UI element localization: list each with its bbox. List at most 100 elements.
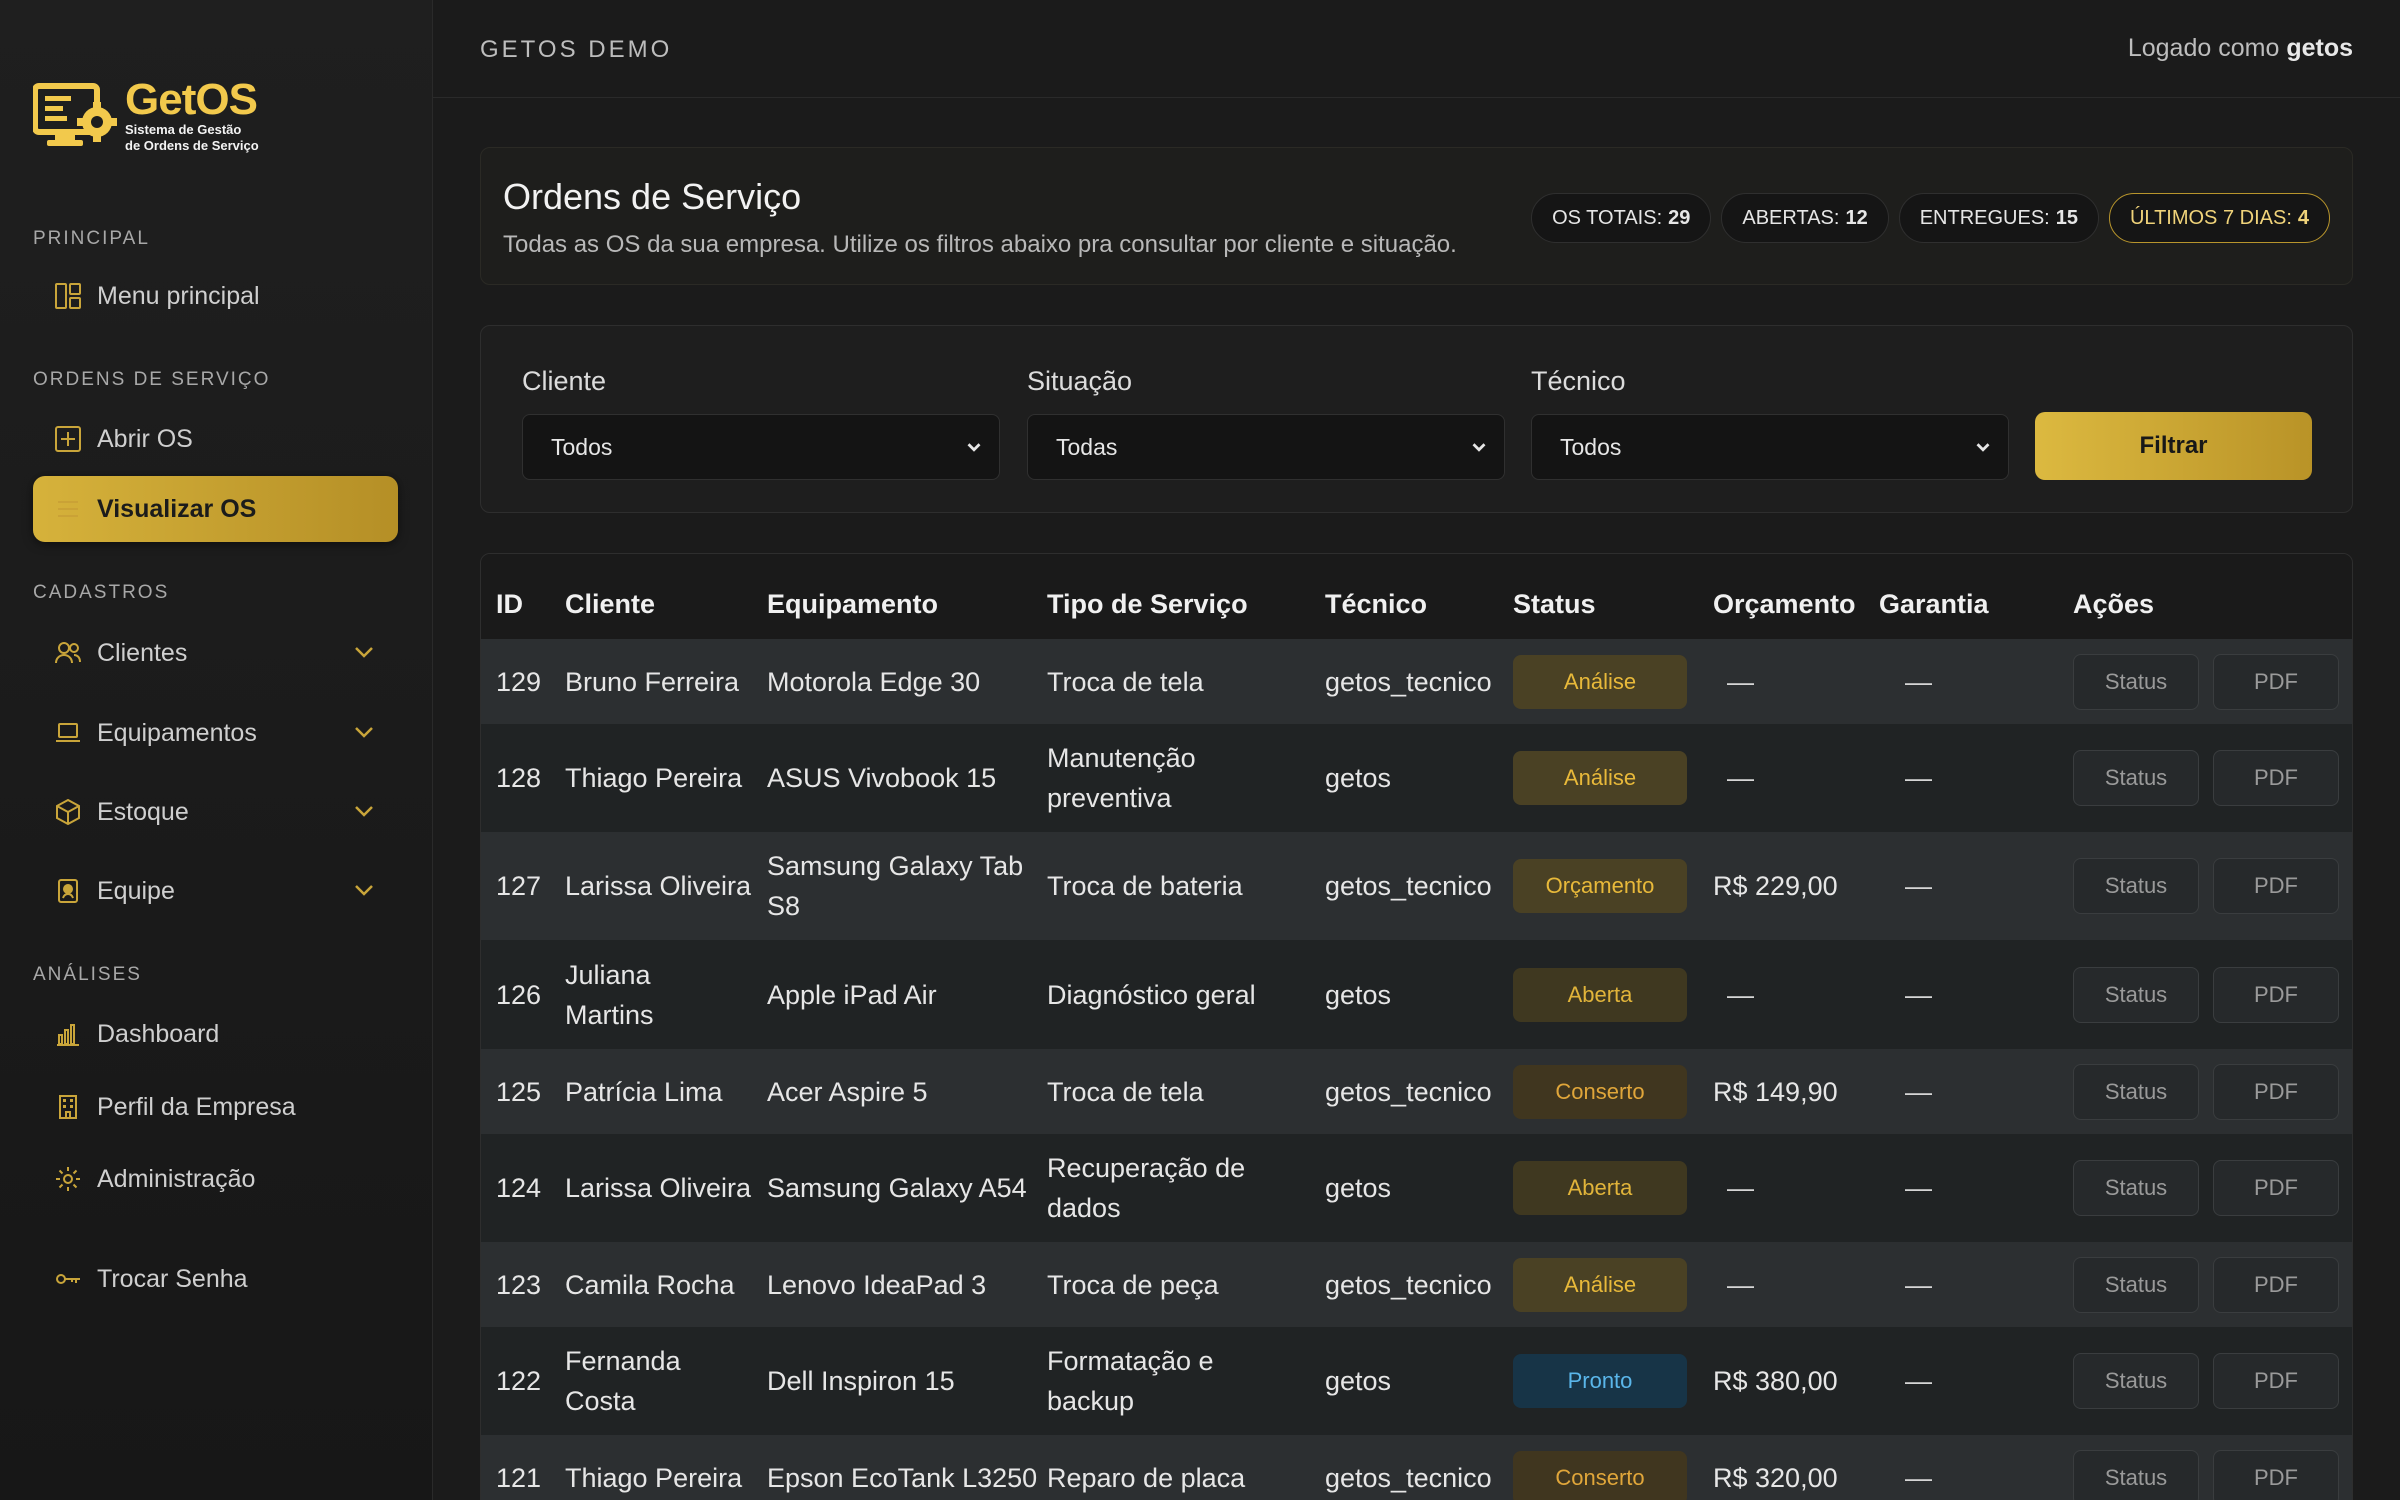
cell-orcamento: R$ 380,00 [1713, 1366, 1838, 1396]
pdf-button[interactable]: PDF [2213, 858, 2339, 914]
sidebar-item-visualizar-os[interactable]: Visualizar OS [33, 476, 398, 542]
sidebar-item-administracao[interactable]: Administração [33, 1146, 398, 1212]
pdf-button[interactable]: PDF [2213, 1063, 2339, 1120]
pdf-button[interactable]: PDF [2213, 966, 2339, 1023]
pdf-button[interactable]: PDF [2213, 653, 2339, 710]
table-row[interactable]: 129 Bruno Ferreira Motorola Edge 30 Troca d… [481, 639, 2352, 724]
stat-pill-abertas: ABERTAS: 12 [1721, 193, 1889, 243]
status-button[interactable]: Status [2073, 1353, 2199, 1409]
col-cliente[interactable]: Cliente [565, 589, 655, 620]
table-row[interactable]: 123 Camila Rocha Lenovo IdeaPad 3 Troca de … [481, 1242, 2352, 1327]
filter-panel: Cliente Todos Situação Todas Técnico Tod… [480, 325, 2353, 513]
chevron-down-icon[interactable] [352, 720, 376, 744]
cell-orcamento: R$ 149,90 [1713, 1076, 1838, 1107]
pdf-button[interactable]: PDF [2213, 750, 2339, 806]
cell-tecnico: getos [1325, 1173, 1392, 1203]
stats-pills: OS TOTAIS: 29 ABERTAS: 12 ENTREGUES: 15 ÚLT… [1531, 193, 2330, 243]
cell-tipo-servico: Diagnóstico geral [1047, 975, 1256, 1015]
sidebar-item-label: Perfil da Empresa [97, 1092, 296, 1121]
status-button[interactable]: Status [2073, 858, 2199, 914]
status-button[interactable]: Status [2073, 1256, 2199, 1313]
chevron-down-icon[interactable] [352, 799, 376, 823]
cliente-label: Cliente [522, 366, 607, 396]
cell-id: 129 [496, 666, 542, 697]
table-row[interactable]: 121 Thiago Pereira Epson EcoTank L3250 Repa… [481, 1435, 2352, 1500]
cell-garantia: — [1905, 1366, 1932, 1396]
cell-cliente-line: Larissa Oliveira [565, 1173, 752, 1203]
cell-orcamento: — [1727, 763, 1754, 793]
logo-mark-icon [33, 83, 117, 146]
filter-button[interactable]: Filtrar [2035, 412, 2312, 480]
section-cadastros: CADASTROS [33, 582, 170, 603]
cell-tecnico: getos [1325, 1366, 1392, 1396]
pdf-button[interactable]: PDF [2213, 1449, 2339, 1500]
col-garantia[interactable]: Garantia [1879, 589, 1989, 620]
cell-garantia: — [1905, 1173, 1932, 1203]
cell-cliente-line: Larissa Oliveira [565, 871, 752, 901]
status-button[interactable]: Status [2073, 1449, 2199, 1500]
sidebar-item-estoque[interactable]: Estoque [33, 779, 398, 845]
chevron-down-icon [967, 443, 981, 452]
status-badge: Orçamento [1513, 859, 1687, 913]
chevron-down-icon[interactable] [352, 640, 376, 664]
cell-equipamento-line: S8 [767, 891, 801, 921]
cell-tipo-servico-line: Troca de tela [1047, 1076, 1204, 1107]
cell-cliente: Bruno Ferreira [565, 662, 739, 702]
cell-equipamento: Epson EcoTank L3250 [767, 1458, 1037, 1498]
col-id[interactable]: ID [496, 589, 523, 620]
cell-tecnico: getos_tecnico [1325, 1076, 1492, 1107]
cell-equipamento-line: Dell Inspiron 15 [767, 1366, 955, 1396]
pdf-button[interactable]: PDF [2213, 1353, 2339, 1409]
sidebar-item-equipamentos[interactable]: Equipamentos [33, 700, 398, 766]
cell-cliente: Juliana Martins [565, 955, 654, 1035]
status-button[interactable]: Status [2073, 750, 2199, 806]
table-row[interactable]: 126 Juliana Martins Apple iPad Air Diagnósti… [481, 940, 2352, 1049]
list-icon [53, 494, 83, 524]
pdf-button[interactable]: PDF [2213, 1160, 2339, 1216]
table-row[interactable]: 122 Fernanda Costa Dell Inspiron 15 Formataç… [481, 1327, 2352, 1435]
sidebar-item-equipe[interactable]: Equipe [33, 858, 398, 924]
cliente-select[interactable]: Todos [522, 414, 1000, 480]
sidebar-item-abrir-os[interactable]: Abrir OS [33, 406, 398, 472]
status-button[interactable]: Status [2073, 966, 2199, 1023]
table-row[interactable]: 128 Thiago Pereira ASUS Vivobook 15 Manuten… [481, 724, 2352, 832]
col-equipamento[interactable]: Equipamento [767, 589, 938, 620]
cell-tipo-servico-line: Reparo de placa [1047, 1462, 1246, 1493]
tecnico-select[interactable]: Todos [1531, 414, 2009, 480]
pdf-button[interactable]: PDF [2213, 1256, 2339, 1313]
sidebar-item-label: Visualizar OS [97, 494, 257, 523]
table-row[interactable]: 127 Larissa Oliveira Samsung Galaxy Tab S8 T… [481, 832, 2352, 940]
cell-id: 124 [496, 1173, 542, 1203]
status-button[interactable]: Status [2073, 1160, 2199, 1216]
status-button[interactable]: Status [2073, 1063, 2199, 1120]
col-orcamento[interactable]: Orçamento [1713, 589, 1856, 620]
col-tipo-servico[interactable]: Tipo de Serviço [1047, 589, 1248, 620]
tecnico-label: Técnico [1531, 366, 1626, 396]
cell-cliente-line: Juliana [565, 959, 651, 990]
cell-cliente-line: Fernanda [565, 1346, 681, 1376]
status-button[interactable]: Status [2073, 653, 2199, 710]
cell-equipamento-line: Acer Aspire 5 [767, 1076, 928, 1107]
situacao-select[interactable]: Todas [1027, 414, 1505, 480]
col-status[interactable]: Status [1513, 589, 1596, 620]
situacao-label: Situação [1027, 366, 1133, 396]
sidebar-item-dashboard[interactable]: Dashboard [33, 1001, 398, 1067]
sidebar-item-clientes[interactable]: Clientes [33, 620, 398, 686]
sidebar-item-menu-principal[interactable]: Menu principal [33, 263, 398, 329]
cell-tipo-servico-line: Manutenção [1047, 743, 1196, 773]
cell-tipo-servico-line: Formatação e [1047, 1346, 1214, 1376]
cell-equipamento: Samsung Galaxy Tab S8 [767, 846, 1023, 926]
cell-garantia: — [1905, 871, 1932, 901]
status-badge: Conserto [1513, 1450, 1687, 1500]
table-row[interactable]: 124 Larissa Oliveira Samsung Galaxy A54 Rec… [481, 1134, 2352, 1242]
col-tecnico[interactable]: Técnico [1325, 589, 1427, 620]
chevron-down-icon[interactable] [352, 878, 376, 902]
sidebar-item-perfil-empresa[interactable]: Perfil da Empresa [33, 1074, 398, 1140]
cell-garantia: — [1905, 666, 1932, 697]
box-icon [53, 797, 83, 827]
table-row[interactable]: 125 Patrícia Lima Acer Aspire 5 Troca de te… [481, 1049, 2352, 1134]
sidebar-item-trocar-senha[interactable]: Trocar Senha [33, 1246, 398, 1312]
status-badge: Aberta [1513, 1161, 1687, 1215]
cell-cliente-line: Thiago Pereira [565, 763, 743, 793]
app-logo[interactable]: GetOS Sistema de Gestão de Ordens de Ser… [33, 78, 259, 154]
